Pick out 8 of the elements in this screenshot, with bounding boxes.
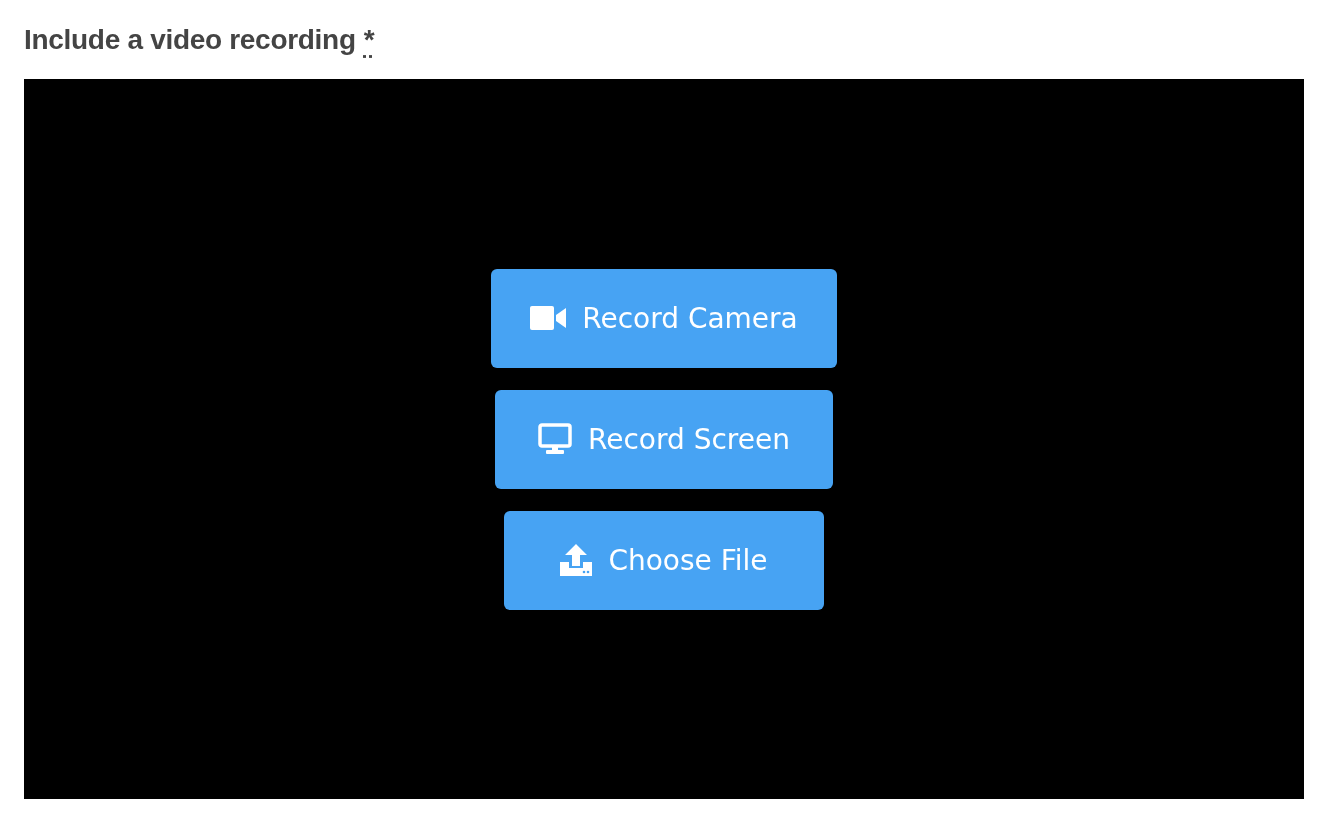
field-label: Include a video recording (24, 24, 356, 56)
record-camera-button[interactable]: Record Camera (491, 268, 837, 368)
choose-file-button[interactable]: Choose File (504, 510, 824, 610)
video-camera-icon (530, 306, 567, 330)
required-mark: * (363, 24, 375, 56)
monitor-icon (538, 423, 573, 455)
upload-icon (560, 544, 593, 576)
record-screen-button[interactable]: Record Screen (495, 389, 833, 489)
